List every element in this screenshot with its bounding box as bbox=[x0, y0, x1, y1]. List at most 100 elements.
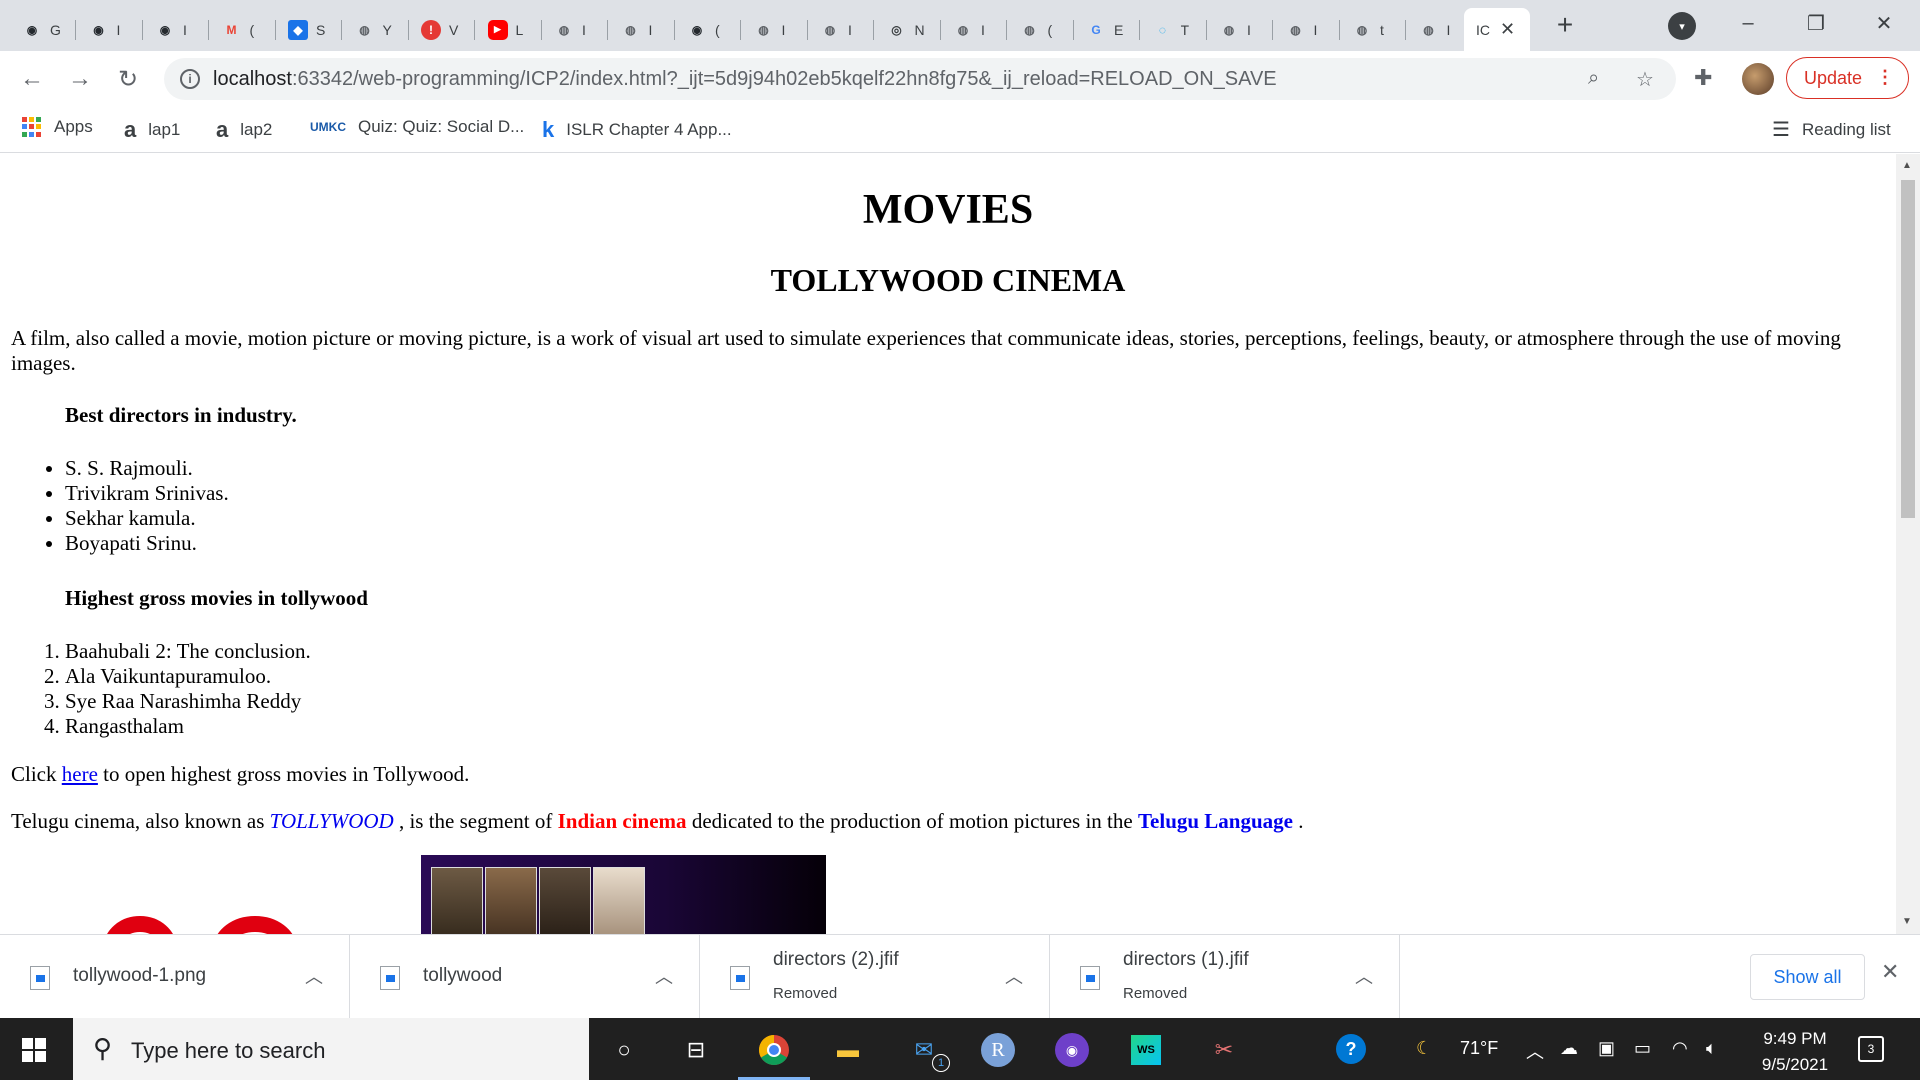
site-info-icon[interactable]: i bbox=[180, 69, 200, 89]
chrome-taskbar-icon[interactable] bbox=[738, 1030, 810, 1080]
webstorm-icon[interactable]: WS bbox=[1126, 1030, 1166, 1070]
directors-heading: Best directors in industry. bbox=[65, 403, 297, 427]
forward-arrow-icon[interactable]: → bbox=[64, 63, 96, 95]
reading-list-button[interactable]: ☰ Reading list bbox=[1772, 117, 1891, 142]
browser-tab[interactable]: ◌ T bbox=[1141, 8, 1207, 51]
browser-tab[interactable]: M( bbox=[210, 8, 276, 51]
browser-tab[interactable]: GE bbox=[1074, 8, 1140, 51]
scroll-down-icon[interactable]: ▼ bbox=[1902, 916, 1912, 927]
bookmark-star-icon[interactable]: ☆ bbox=[1636, 67, 1654, 92]
browser-tab[interactable]: ◍( bbox=[1008, 8, 1074, 51]
browser-tab[interactable]: ◍ t bbox=[1340, 8, 1406, 51]
list-item: Boyapati Srinu. bbox=[65, 531, 229, 556]
browser-tab[interactable]: ◉ G bbox=[10, 8, 76, 51]
download-item[interactable]: directors (1).jfif Removed ︿ bbox=[1050, 935, 1400, 1019]
zoom-icon[interactable]: ⌕ bbox=[1588, 67, 1599, 90]
show-all-button[interactable]: Show all bbox=[1750, 954, 1865, 1000]
file-explorer-icon[interactable]: ▬ bbox=[828, 1030, 868, 1070]
extensions-puzzle-icon[interactable]: ✚ bbox=[1694, 65, 1712, 91]
browser-tab[interactable]: ◍ I bbox=[808, 8, 874, 51]
windows-start-icon[interactable] bbox=[22, 1038, 46, 1062]
app-icon: ◆ bbox=[288, 19, 308, 40]
tab-title: L bbox=[515, 21, 524, 38]
browser-tab[interactable]: ◉ I bbox=[77, 8, 143, 51]
url-text[interactable]: localhost:63342/web-programming/ICP2/ind… bbox=[213, 68, 1277, 91]
tab-search-icon[interactable]: ▾ bbox=[1668, 12, 1696, 40]
url-host: localhost bbox=[213, 68, 292, 90]
help-icon[interactable]: ? bbox=[1336, 1034, 1366, 1064]
bookmark-lap1[interactable]: a lap1 bbox=[124, 117, 180, 143]
browser-tab[interactable]: ◍ I bbox=[742, 8, 808, 51]
task-view-icon[interactable]: ⊟ bbox=[676, 1030, 716, 1070]
reload-icon[interactable]: ↻ bbox=[112, 63, 144, 95]
notifications-icon[interactable]: 3 bbox=[1858, 1036, 1884, 1062]
tab-title: I bbox=[183, 21, 187, 38]
movies-list: Baahubali 2: The conclusion. Ala Vaikunt… bbox=[65, 639, 311, 739]
profile-avatar[interactable] bbox=[1742, 63, 1774, 95]
github-desktop-icon[interactable]: ◉ bbox=[1052, 1030, 1092, 1070]
chevron-up-icon[interactable]: ︿ bbox=[1355, 963, 1373, 989]
download-item[interactable]: directors (2).jfif Removed ︿ bbox=[700, 935, 1050, 1019]
browser-tab[interactable]: ◍ I bbox=[542, 8, 608, 51]
tab-title: I bbox=[582, 21, 586, 38]
close-tab-icon[interactable]: ✕ bbox=[1500, 19, 1515, 40]
address-bar[interactable]: i localhost:63342/web-programming/ICP2/i… bbox=[164, 58, 1676, 100]
close-downloads-icon[interactable]: ✕ bbox=[1881, 959, 1899, 985]
new-tab-button[interactable]: + bbox=[1548, 8, 1582, 42]
onedrive-icon[interactable]: ☁ bbox=[1560, 1038, 1578, 1059]
click-paragraph: Click here to open highest gross movies … bbox=[11, 762, 1881, 787]
wifi-icon[interactable]: ◠ bbox=[1672, 1038, 1688, 1059]
active-tab[interactable]: IC ✕ bbox=[1464, 8, 1530, 51]
browser-tab[interactable]: ◉ I bbox=[143, 8, 209, 51]
tab-title: E bbox=[1114, 21, 1124, 38]
download-item[interactable]: tollywood-1.png ︿ bbox=[0, 935, 350, 1019]
back-arrow-icon[interactable]: ← bbox=[16, 63, 48, 95]
browser-tab[interactable]: ◉( bbox=[675, 8, 741, 51]
here-link[interactable]: here bbox=[62, 762, 98, 786]
chevron-up-icon[interactable]: ︿ bbox=[655, 963, 673, 989]
scroll-thumb[interactable] bbox=[1901, 180, 1915, 518]
browser-tab[interactable]: ◍ I bbox=[609, 8, 675, 51]
restore-icon[interactable]: ❐ bbox=[1796, 6, 1836, 40]
weather-temp[interactable]: 71°F bbox=[1460, 1038, 1498, 1059]
bookmark-apps[interactable]: Apps bbox=[22, 117, 93, 137]
scroll-up-icon[interactable]: ▲ bbox=[1902, 160, 1912, 171]
browser-tab[interactable]: ◍ I bbox=[1407, 8, 1473, 51]
page-scrollbar[interactable]: ▲ ▼ bbox=[1896, 154, 1920, 934]
page-viewport: MOVIES TOLLYWOOD CINEMA A film, also cal… bbox=[0, 154, 1896, 934]
browser-tab[interactable]: ◍ I bbox=[1207, 8, 1273, 51]
chevron-up-icon[interactable]: ︿ bbox=[1005, 963, 1023, 989]
browser-tab[interactable]: ◍ I bbox=[941, 8, 1007, 51]
close-window-icon[interactable]: ✕ bbox=[1864, 6, 1904, 40]
minimize-icon[interactable]: – bbox=[1728, 6, 1768, 40]
browser-tab[interactable]: ◆ S bbox=[276, 8, 342, 51]
bookmark-quiz[interactable]: UMKC Quiz: Quiz: Social D... bbox=[310, 117, 524, 137]
browser-tab[interactable]: ▶ L bbox=[476, 8, 542, 51]
bookmark-lap2[interactable]: a lap2 bbox=[216, 117, 272, 143]
taskbar-search[interactable]: ⚲ Type here to search bbox=[73, 1018, 589, 1080]
weather-moon-icon[interactable]: ☾ bbox=[1416, 1038, 1432, 1059]
cortana-icon[interactable]: ○ bbox=[604, 1030, 644, 1070]
browser-tab[interactable]: ◎ N bbox=[875, 8, 941, 51]
bookmark-islr[interactable]: k ISLR Chapter 4 App... bbox=[542, 117, 732, 143]
browser-tab[interactable]: ◍ Y bbox=[343, 8, 409, 51]
apps-icon bbox=[22, 117, 42, 137]
show-hidden-icons[interactable]: ︿ bbox=[1526, 1038, 1544, 1064]
volume-icon[interactable]: 🔈︎ bbox=[1706, 1038, 1717, 1059]
chevron-up-icon[interactable]: ︿ bbox=[305, 963, 323, 989]
download-item[interactable]: tollywood ︿ bbox=[350, 935, 700, 1019]
url-path: :63342/web-programming/ICP2/index.html?_… bbox=[291, 68, 1277, 90]
browser-tab[interactable]: ! V bbox=[409, 8, 475, 51]
director-photo bbox=[485, 867, 537, 934]
taskbar-clock[interactable]: 9:49 PM 9/5/2021 bbox=[1752, 1026, 1838, 1078]
snipping-tool-icon[interactable]: ✂ bbox=[1204, 1030, 1244, 1070]
reading-list-icon: ☰ bbox=[1772, 119, 1790, 141]
browser-tab[interactable]: ◍ I bbox=[1274, 8, 1340, 51]
update-button[interactable]: Update ⋮ bbox=[1786, 57, 1909, 99]
mail-icon[interactable]: ✉ 1 bbox=[904, 1030, 950, 1072]
device-icon[interactable]: ▣ bbox=[1598, 1038, 1615, 1059]
list-item: Sye Raa Narashimha Reddy bbox=[65, 689, 311, 714]
globe-icon: ◍ bbox=[758, 22, 769, 37]
battery-icon[interactable]: ▭ bbox=[1634, 1038, 1651, 1059]
r-app-icon[interactable]: R bbox=[978, 1030, 1018, 1070]
